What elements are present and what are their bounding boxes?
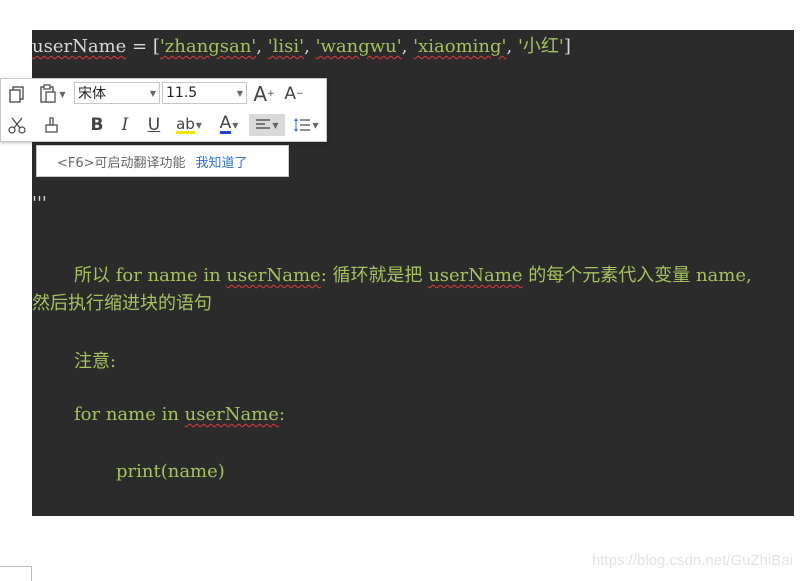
- italic-icon[interactable]: I: [113, 113, 137, 137]
- separator: ,: [304, 36, 316, 57]
- chevron-down-icon: ▼: [312, 120, 319, 130]
- list-item: 'lisi': [267, 36, 305, 57]
- line-spacing-icon[interactable]: ▼: [289, 113, 323, 137]
- shrink-font-label: A: [284, 84, 297, 104]
- font-size-value: 11.5: [166, 85, 198, 101]
- chevron-down-icon: ▼: [149, 89, 156, 98]
- chevron-down-icon: ▼: [59, 89, 66, 99]
- page-corner: [0, 566, 32, 581]
- watermark: https://blog.csdn.net/GuZhiBai: [592, 552, 793, 569]
- copy-icon[interactable]: [5, 82, 29, 106]
- font-name-value: 宋体: [78, 86, 106, 102]
- para-line-1: 所以 for name in userName: 循环就是把 userName …: [32, 261, 752, 287]
- font-color-label: A: [219, 113, 232, 134]
- font-size-select[interactable]: 11.5 ▼: [162, 82, 247, 104]
- highlight-label: ab: [176, 114, 195, 134]
- chevron-down-icon: ▼: [236, 89, 243, 98]
- list-item: 'zhangsan': [159, 36, 257, 57]
- page-margin: [0, 0, 32, 30]
- variable-username: userName: [226, 265, 321, 286]
- chevron-down-icon: ▼: [232, 120, 239, 130]
- para-text: : 循环就是把: [320, 265, 429, 286]
- para-text: 所以 for name in: [74, 265, 227, 286]
- variable-username: userName: [32, 36, 127, 57]
- note-label: 注意:: [74, 351, 117, 372]
- grow-font-icon[interactable]: A +: [252, 82, 276, 106]
- underline-icon[interactable]: U: [142, 113, 166, 137]
- format-painter-icon[interactable]: [39, 113, 63, 137]
- variable-username: userName: [428, 265, 523, 286]
- shrink-font-icon[interactable]: A −: [282, 82, 306, 106]
- chevron-down-icon: ▼: [195, 120, 202, 130]
- assign-operator: = [: [126, 36, 160, 57]
- triple-quote-line: ''': [32, 193, 47, 214]
- grow-font-label: A: [253, 82, 268, 106]
- separator: ,: [506, 36, 518, 57]
- para-text: 的每个元素代入变量 name,: [522, 265, 752, 286]
- dismiss-tip-link[interactable]: 我知道了: [196, 152, 248, 171]
- separator: ,: [256, 36, 268, 57]
- font-color-icon[interactable]: A ▼: [212, 113, 246, 137]
- list-item: 'xiaoming': [413, 36, 507, 57]
- translate-tip: <F6>可启动翻译功能 我知道了: [36, 145, 289, 177]
- mini-toolbar: ▼ 宋体 ▼ 11.5 ▼ A + A − B I U ab ▼ A ▼ ▼ ▼: [0, 78, 327, 142]
- code-line-1: userName = ['zhangsan', 'lisi', 'wangwu'…: [32, 32, 571, 58]
- for-line: for name in userName:: [74, 404, 285, 425]
- list-item: '小红': [517, 36, 564, 57]
- list-item: 'wangwu': [315, 36, 402, 57]
- print-line: print(name): [116, 461, 225, 482]
- tip-text: <F6>可启动翻译功能: [57, 155, 186, 171]
- bold-icon[interactable]: B: [85, 113, 109, 137]
- align-icon[interactable]: ▼: [249, 114, 285, 136]
- colon: :: [278, 404, 286, 425]
- cut-icon[interactable]: [5, 113, 29, 137]
- separator: ,: [401, 36, 414, 57]
- paste-icon[interactable]: ▼: [35, 82, 69, 106]
- highlight-icon[interactable]: ab ▼: [171, 113, 207, 137]
- for-keyword-text: for name in: [74, 404, 185, 425]
- chevron-down-icon: ▼: [272, 120, 279, 130]
- font-name-select[interactable]: 宋体 ▼: [74, 82, 160, 104]
- close-bracket: ]: [563, 36, 571, 57]
- para-line-2: 然后执行缩进块的语句: [32, 293, 212, 314]
- variable-username: userName: [184, 404, 279, 425]
